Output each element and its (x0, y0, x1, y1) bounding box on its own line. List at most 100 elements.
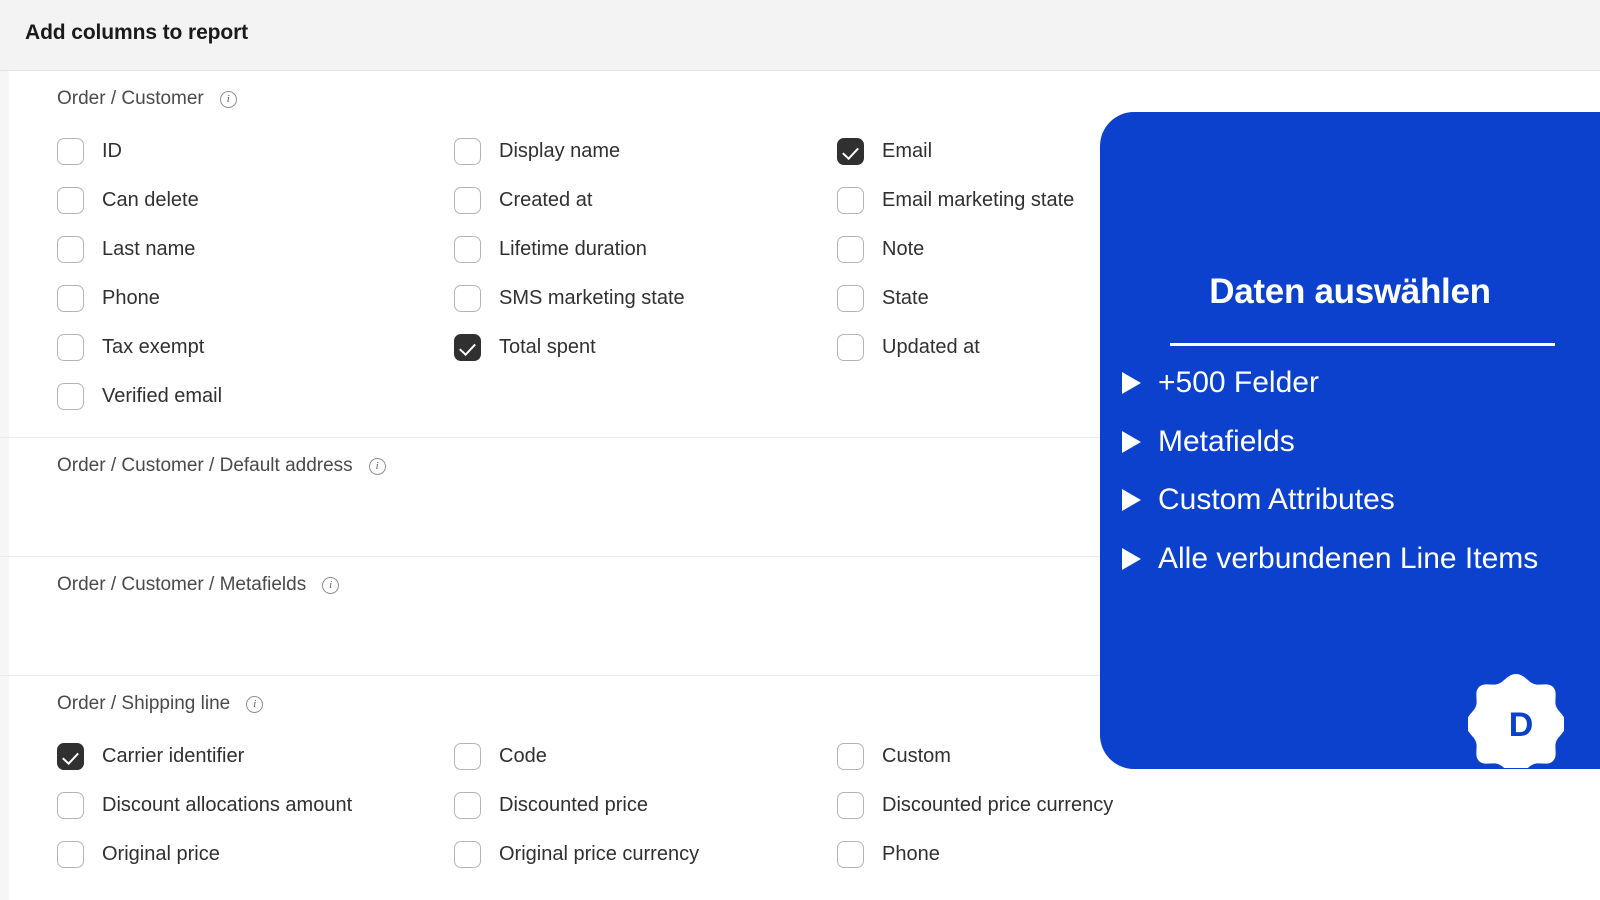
checkbox-label: Can delete (102, 189, 199, 211)
column-group-title: Order / Customer / Default address (57, 455, 353, 476)
checkbox-unchecked-icon[interactable] (57, 285, 84, 312)
checkbox-row[interactable]: Tax exempt (57, 323, 454, 372)
checkbox-unchecked-icon[interactable] (837, 792, 864, 819)
checkbox-label: Phone (882, 843, 940, 865)
checkbox-row[interactable]: Phone (837, 830, 1576, 879)
checkbox-column: Carrier identifier Discount allocations a… (57, 732, 454, 879)
logo-letter: D (1509, 706, 1534, 744)
promo-feature-item: Custom Attributes (1122, 477, 1562, 523)
checkbox-unchecked-icon[interactable] (454, 792, 481, 819)
checkbox-label: Tax exempt (102, 336, 205, 358)
checkbox-label: Carrier identifier (102, 745, 245, 767)
checkbox-unchecked-icon[interactable] (837, 841, 864, 868)
checkbox-unchecked-icon[interactable] (837, 743, 864, 770)
checkbox-unchecked-icon[interactable] (57, 187, 84, 214)
promo-overlay: Daten auswählen +500 Felder Metafields Cus… (1100, 112, 1600, 769)
checkbox-row[interactable]: ID (57, 127, 454, 176)
checkbox-column: Display name Created at Lifetime duration S… (454, 127, 837, 421)
checkbox-row[interactable]: Display name (454, 127, 837, 176)
promo-feature-label: Custom Attributes (1158, 483, 1395, 517)
column-group-title: Order / Shipping line (57, 693, 231, 714)
checkbox-unchecked-icon[interactable] (837, 187, 864, 214)
checkbox-unchecked-icon[interactable] (454, 841, 481, 868)
checkbox-label: Email marketing state (882, 189, 1075, 211)
checkbox-unchecked-icon[interactable] (837, 236, 864, 263)
checkbox-row[interactable]: Discounted price (454, 781, 837, 830)
checkbox-label: Updated at (882, 336, 980, 358)
promo-feature-item: Metafields (1122, 419, 1562, 465)
checkbox-label: Discount allocations amount (102, 794, 353, 816)
checkbox-unchecked-icon[interactable] (454, 187, 481, 214)
checkbox-unchecked-icon[interactable] (57, 792, 84, 819)
checkbox-unchecked-icon[interactable] (57, 334, 84, 361)
checkbox-unchecked-icon[interactable] (454, 138, 481, 165)
checkbox-label: Verified email (102, 385, 223, 407)
play-triangle-icon (1122, 430, 1141, 453)
checkbox-row[interactable]: Original price (57, 830, 454, 879)
checkbox-row[interactable]: Phone (57, 274, 454, 323)
info-icon[interactable]: i (368, 457, 386, 475)
checkbox-label: Note (882, 238, 925, 260)
checkbox-label: Phone (102, 287, 160, 309)
checkbox-unchecked-icon[interactable] (454, 285, 481, 312)
checkbox-unchecked-icon[interactable] (57, 138, 84, 165)
checkbox-row[interactable]: Last name (57, 225, 454, 274)
checkbox-row[interactable]: Carrier identifier (57, 732, 454, 781)
promo-feature-label: +500 Felder (1158, 366, 1319, 399)
checkbox-row[interactable]: Original price currency (454, 830, 837, 879)
checkbox-label: Lifetime duration (499, 238, 647, 260)
promo-feature-label: Metafields (1158, 424, 1295, 458)
checkbox-row[interactable]: Verified email (57, 372, 454, 421)
checkbox-row[interactable]: Discounted price currency (837, 781, 1576, 830)
checkbox-label: SMS marketing state (499, 287, 685, 309)
checkbox-column: Code Discounted price Original price curre… (454, 732, 837, 879)
checkbox-label: State (882, 287, 929, 309)
checkbox-unchecked-icon[interactable] (57, 236, 84, 263)
info-icon[interactable]: i (322, 576, 340, 594)
checkbox-unchecked-icon[interactable] (837, 285, 864, 312)
play-triangle-icon (1122, 372, 1141, 394)
checkbox-label: Display name (499, 140, 621, 162)
checkbox-row[interactable]: Code (454, 732, 837, 781)
checkbox-row[interactable]: Total spent (454, 323, 837, 372)
checkbox-label: Code (499, 745, 547, 767)
checkbox-label: Email (882, 140, 933, 162)
checkbox-unchecked-icon[interactable] (57, 383, 84, 410)
checkbox-label: Total spent (499, 336, 596, 358)
modal-header: Add columns to report (0, 0, 1600, 71)
checkbox-label: Discounted price (499, 794, 648, 816)
checkbox-label: Created at (499, 189, 593, 211)
play-triangle-icon (1122, 547, 1141, 570)
checkbox-row[interactable]: Discount allocations amount (57, 781, 454, 830)
promo-feature-item: Alle verbundenen Line Items (1122, 536, 1562, 582)
checkbox-label: Original price (102, 843, 220, 865)
checkbox-row[interactable]: SMS marketing state (454, 274, 837, 323)
checkbox-row[interactable]: Can delete (57, 176, 454, 225)
column-group-title: Order / Customer / Metafields (57, 574, 307, 595)
checkbox-label: Discounted price currency (882, 794, 1114, 816)
brand-logo-icon: D (1468, 672, 1564, 768)
promo-divider (1170, 343, 1555, 346)
promo-feature-item: +500 Felder (1122, 360, 1562, 406)
checkbox-checked-icon[interactable] (454, 334, 481, 361)
checkbox-column: ID Can delete Last name Phone Tax exempt Veri… (57, 127, 454, 421)
page-title: Add columns to report (25, 21, 249, 44)
checkbox-row[interactable]: Lifetime duration (454, 225, 837, 274)
checkbox-unchecked-icon[interactable] (454, 743, 481, 770)
checkbox-checked-icon[interactable] (57, 743, 84, 770)
promo-feature-label: Alle verbundenen Line Items (1158, 541, 1539, 575)
checkbox-checked-icon[interactable] (837, 138, 864, 165)
checkbox-unchecked-icon[interactable] (454, 236, 481, 263)
checkbox-unchecked-icon[interactable] (837, 334, 864, 361)
play-triangle-icon (1122, 489, 1141, 512)
column-group-title: Order / Customer (57, 88, 204, 109)
checkbox-row[interactable]: Created at (454, 176, 837, 225)
promo-title: Daten auswählen (1209, 272, 1491, 311)
checkbox-unchecked-icon[interactable] (57, 841, 84, 868)
checkbox-label: ID (102, 140, 122, 162)
checkbox-label: Custom (882, 745, 951, 767)
checkbox-label: Last name (102, 238, 196, 260)
info-icon[interactable]: i (246, 695, 264, 713)
screen-root: Add columns to report Order / Customer i I… (0, 0, 1600, 900)
info-icon[interactable]: i (219, 90, 237, 108)
